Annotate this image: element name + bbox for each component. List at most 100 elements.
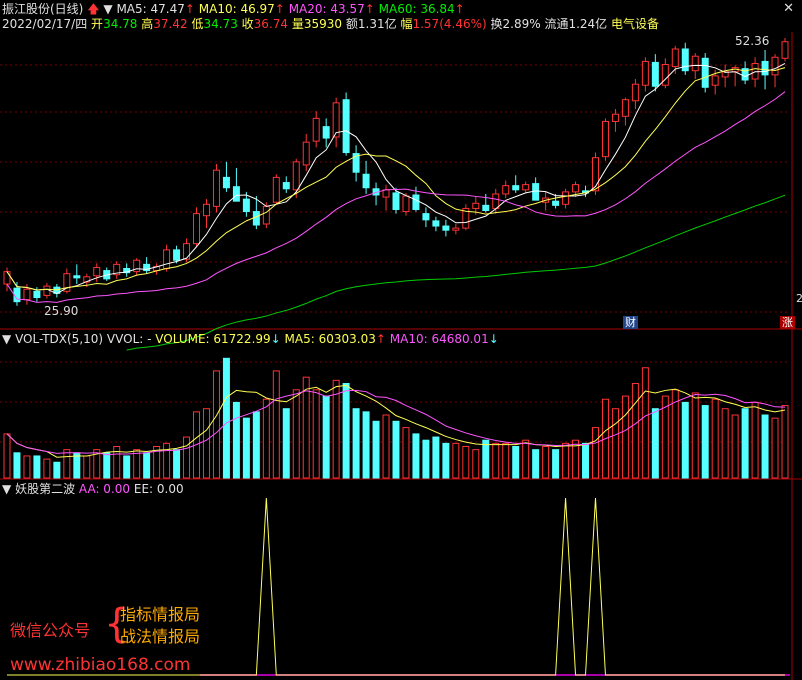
- candle-body: [472, 202, 480, 209]
- candle-body: [3, 271, 11, 285]
- candle-body: [552, 200, 560, 206]
- ma10-up-icon: ↑: [274, 2, 285, 16]
- candle-body: [452, 227, 460, 231]
- ma5-up-icon: ↑: [184, 2, 195, 16]
- stock-name[interactable]: 振江股份(日线): [2, 2, 83, 16]
- volume-bars[interactable]: [3, 357, 789, 479]
- candle-body: [781, 41, 789, 59]
- volume-bar: [592, 427, 599, 479]
- volume-bar: [751, 401, 759, 479]
- volume-bar: [582, 442, 590, 479]
- candle-body: [671, 48, 679, 68]
- candle-body: [651, 61, 659, 87]
- candle-body: [402, 195, 410, 213]
- candle-body: [761, 60, 769, 76]
- volume-bar: [502, 442, 510, 479]
- candle-body: [212, 169, 220, 207]
- chevron-down-icon[interactable]: ▼: [2, 482, 11, 496]
- header-row-2: 2022/02/17/四 开34.78 高37.42 低34.73 收36.74…: [2, 17, 659, 31]
- candle-body: [163, 249, 171, 270]
- volume-bar: [202, 408, 210, 479]
- volume-total: VOLUME: 61722.99: [155, 332, 271, 346]
- volume-bar: [731, 414, 739, 479]
- indicator-lines: [6, 497, 790, 676]
- indicator-name[interactable]: 妖股第二波: [15, 482, 75, 496]
- candle-body: [432, 220, 440, 227]
- volume-bar: [691, 392, 699, 479]
- volume-bar: [33, 455, 41, 479]
- quote-date: 2022/02/17/四: [2, 17, 88, 31]
- chevron-down-icon[interactable]: ▼: [2, 332, 11, 346]
- ma60-up-icon: ↑: [454, 2, 465, 16]
- volume-bar: [761, 414, 769, 479]
- volume-bar: [222, 357, 230, 479]
- volume-bar: [242, 417, 250, 479]
- volume-bar: [123, 455, 131, 479]
- candle-body: [392, 192, 400, 210]
- volume-value: 35930: [303, 17, 343, 31]
- turnover-value: 换2.89%: [490, 17, 541, 31]
- max-price-label: 52.36: [735, 34, 770, 48]
- candle-body: [601, 120, 609, 158]
- limit-up-badge[interactable]: 涨: [780, 316, 795, 329]
- volume-bar: [83, 455, 91, 479]
- ma60-value: MA60: 36.84: [378, 2, 455, 16]
- candle-body: [23, 288, 31, 301]
- volume-bar: [143, 452, 151, 479]
- volume-bar: [292, 389, 300, 479]
- candle-body: [532, 183, 540, 201]
- volume-bar: [621, 395, 629, 479]
- candle-body: [292, 161, 300, 191]
- volume-bar: [183, 436, 191, 479]
- chevron-down-icon[interactable]: ▼: [103, 2, 112, 16]
- candle-body: [272, 176, 280, 203]
- volume-bar: [402, 427, 410, 479]
- volume-bar: [342, 383, 350, 479]
- wechat-label: 微信公众号: [10, 621, 91, 640]
- volume-bar: [701, 405, 709, 479]
- volume-bar: [272, 370, 280, 479]
- candle-body: [382, 189, 390, 198]
- candle-body: [711, 75, 719, 86]
- volume-bar: [721, 408, 729, 479]
- candle-body: [183, 243, 191, 260]
- high-value: 37.42: [153, 17, 188, 31]
- close-icon[interactable]: ✕: [783, 1, 794, 16]
- candle-body: [312, 117, 320, 142]
- volume-bar: [382, 414, 390, 479]
- volume-bar: [512, 446, 520, 479]
- watermark-line-2: 战法情报局: [120, 627, 201, 646]
- earnings-badge[interactable]: 财: [623, 316, 638, 329]
- sector-value[interactable]: 电气设备: [611, 17, 659, 31]
- grid-lines: [0, 32, 802, 680]
- volume-bar: [562, 442, 570, 479]
- low-label: 低: [191, 17, 204, 31]
- volume-bar: [542, 446, 550, 479]
- candle-body: [562, 191, 570, 205]
- candle-body: [422, 213, 430, 221]
- volume-bar: [442, 442, 450, 479]
- volume-bar: [163, 442, 171, 479]
- volume-bar: [522, 439, 530, 479]
- ee-value: EE: 0.00: [133, 482, 184, 496]
- volume-indicator-name[interactable]: VOL-TDX(5,10): [15, 332, 103, 346]
- aa-line: [6, 497, 786, 676]
- ma5-value: MA5: 47.47: [116, 2, 185, 16]
- change-label: 幅: [400, 17, 413, 31]
- stock-chart-window: 振江股份(日线) 🡅 ▼ MA5: 47.47↑ MA10: 46.97↑ MA…: [0, 0, 802, 680]
- price-candles[interactable]: [3, 38, 789, 306]
- volume-bar: [482, 439, 490, 479]
- candle-body: [412, 194, 420, 210]
- ma10-value: MA10: 46.97: [198, 2, 275, 16]
- volume-ma10: MA10: 64680.01: [389, 332, 489, 346]
- up-arrow-icon: 🡅: [87, 2, 100, 16]
- volume-bar: [492, 442, 500, 479]
- volume-ma5: MA5: 60303.03: [284, 332, 376, 346]
- candle-body: [242, 198, 250, 213]
- candle-body: [262, 205, 270, 225]
- watermark-lines: 指标情报局 战法情报局: [120, 604, 200, 648]
- candle-body: [282, 182, 290, 190]
- candle-body: [232, 186, 240, 202]
- volume-bar: [631, 383, 639, 479]
- volume-bar: [3, 433, 11, 479]
